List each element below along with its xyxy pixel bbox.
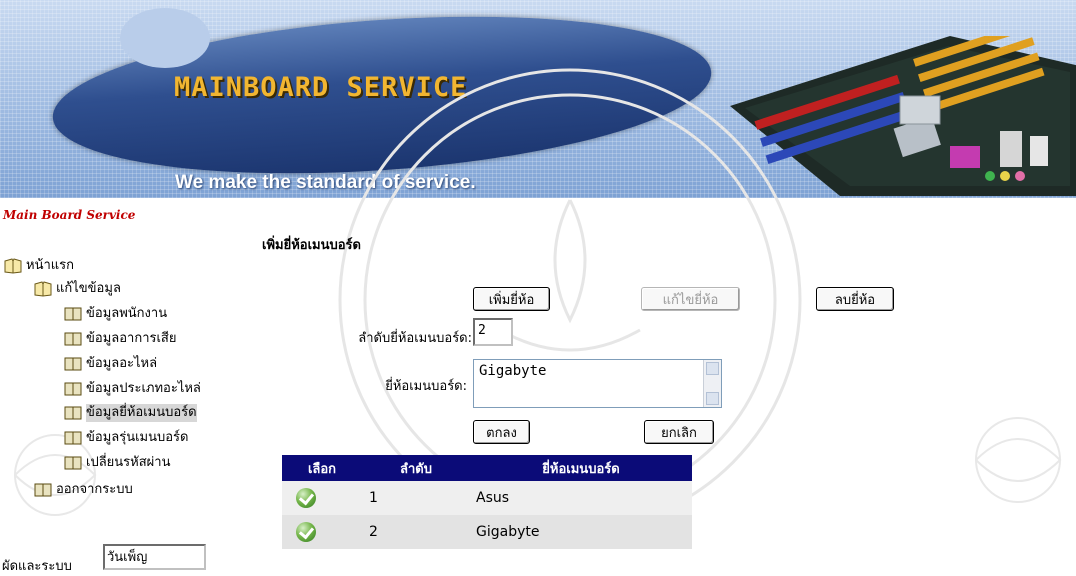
- add-brand-button[interactable]: เพิ่มยี่ห้อ: [473, 287, 550, 311]
- sidebar-item-part-types[interactable]: ข้อมูลประเภทอะไหล่: [64, 379, 201, 399]
- brand-textarea-value: Gigabyte: [479, 363, 547, 379]
- scroll-up-arrow-icon[interactable]: [706, 362, 719, 375]
- book-icon: [64, 306, 82, 322]
- select-cell[interactable]: [282, 481, 362, 515]
- admin-name-field[interactable]: วันเพ็ญ: [103, 544, 206, 570]
- seq-cell: 1: [362, 481, 470, 515]
- column-header-brand: ยี่ห้อเมนบอร์ด: [470, 455, 692, 481]
- brand-logo-text: Main Board Service: [3, 208, 136, 222]
- sidebar-item-parts[interactable]: ข้อมูลอะไหล่: [64, 354, 157, 374]
- sidebar-item-label: ข้อมูลประเภทอะไหล่: [86, 381, 201, 396]
- brand-cell: Asus: [470, 481, 692, 515]
- book-icon: [64, 381, 82, 397]
- brand-label: ยี่ห้อเมนบอร์ด:: [385, 379, 467, 394]
- banner-blade-notch: [120, 8, 210, 68]
- cancel-button[interactable]: ยกเลิก: [644, 420, 714, 444]
- column-header-seq: ลำดับ: [362, 455, 470, 481]
- header-banner: MAINBOARD SERVICE We make the standard o…: [0, 0, 1076, 198]
- sidebar-item-brands[interactable]: ข้อมูลยี่ห้อเมนบอร์ด: [64, 403, 197, 423]
- banner-slogan: We make the standard of service.: [175, 172, 476, 193]
- book-icon: [64, 356, 82, 372]
- open-book-icon: [34, 281, 52, 297]
- ok-button[interactable]: ตกลง: [473, 420, 530, 444]
- sidebar-item-label: ข้อมูลรุ่นเมนบอร์ด: [86, 430, 189, 445]
- sidebar-item-label: แก้ไขข้อมูล: [56, 281, 121, 296]
- green-check-icon[interactable]: [296, 522, 316, 542]
- sidebar-item-change-password[interactable]: เปลี่ยนรหัสผ่าน: [64, 453, 170, 473]
- green-check-icon[interactable]: [296, 488, 316, 508]
- edit-brand-button[interactable]: แก้ไขยี่ห้อ: [641, 287, 740, 311]
- open-book-icon: [4, 258, 22, 274]
- table-row: 1 Asus: [282, 481, 692, 515]
- sidebar-item-home[interactable]: หน้าแรก: [4, 256, 74, 276]
- seq-cell: 2: [362, 515, 470, 549]
- scroll-down-arrow-icon[interactable]: [706, 392, 719, 405]
- delete-brand-button[interactable]: ลบยี่ห้อ: [816, 287, 894, 311]
- sidebar-item-label: ข้อมูลยี่ห้อเมนบอร์ด: [86, 404, 197, 422]
- textarea-scrollbar[interactable]: [703, 360, 721, 407]
- sidebar-item-label: ข้อมูลพนักงาน: [86, 306, 168, 321]
- book-icon: [64, 430, 82, 446]
- table-header-row: เลือก ลำดับ ยี่ห้อเมนบอร์ด: [282, 455, 692, 481]
- sidebar-item-logout[interactable]: ออกจากระบบ: [34, 480, 133, 500]
- banner-title: MAINBOARD SERVICE: [174, 72, 468, 103]
- book-icon: [64, 405, 82, 421]
- brand-textarea[interactable]: Gigabyte: [473, 359, 722, 408]
- sidebar-item-symptoms[interactable]: ข้อมูลอาการเสีย: [64, 329, 177, 349]
- select-cell[interactable]: [282, 515, 362, 549]
- sidebar-item-label: หน้าแรก: [26, 258, 74, 273]
- table-row: 2 Gigabyte: [282, 515, 692, 549]
- page-title: เพิ่มยี่ห้อเมนบอร์ด: [262, 238, 361, 253]
- sidebar-item-label: ข้อมูลอาการเสีย: [86, 331, 177, 346]
- seq-label: ลำดับยี่ห้อเมนบอร์ด:: [358, 331, 472, 346]
- brand-cell: Gigabyte: [470, 515, 692, 549]
- sidebar-item-label: ข้อมูลอะไหล่: [86, 356, 158, 371]
- mainboard-image: [730, 36, 1076, 196]
- sidebar-item-label: เปลี่ยนรหัสผ่าน: [86, 455, 171, 470]
- decorative-flourish-right: [975, 417, 1062, 503]
- book-icon: [34, 482, 52, 498]
- sidebar-item-models[interactable]: ข้อมูลรุ่นเมนบอร์ด: [64, 428, 188, 448]
- seq-input[interactable]: 2: [473, 318, 513, 346]
- book-icon: [64, 455, 82, 471]
- sidebar-item-edit-data[interactable]: แก้ไขข้อมูล: [34, 279, 121, 299]
- brand-table: เลือก ลำดับ ยี่ห้อเมนบอร์ด 1 Asus 2 Giga…: [282, 455, 692, 549]
- book-icon: [64, 331, 82, 347]
- column-header-select: เลือก: [282, 455, 362, 481]
- sidebar-item-employee[interactable]: ข้อมูลพนักงาน: [64, 304, 167, 324]
- sidebar-item-label: ออกจากระบบ: [56, 482, 133, 497]
